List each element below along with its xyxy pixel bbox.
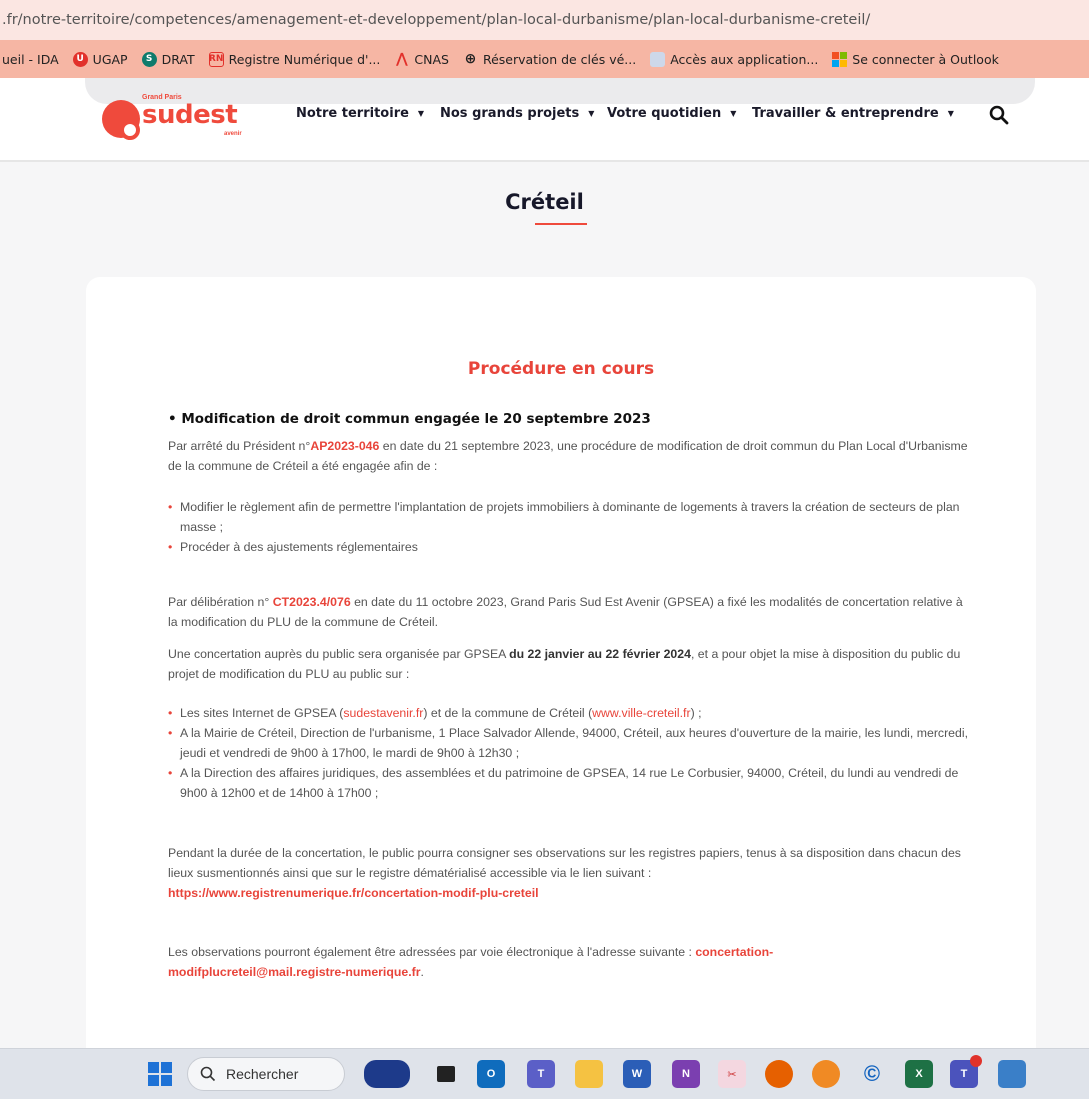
caret-down-icon: ▼ xyxy=(417,109,425,118)
caret-down-icon: ▼ xyxy=(730,109,737,118)
bookmark-ugap[interactable]: U UGAP xyxy=(72,51,128,67)
contacts-icon[interactable] xyxy=(998,1060,1026,1088)
snipping-tool-icon[interactable]: ✂ xyxy=(718,1060,746,1088)
caret-down-icon: ▼ xyxy=(588,109,595,118)
widgets-icon[interactable] xyxy=(364,1060,410,1088)
caret-down-icon: ▼ xyxy=(947,109,954,118)
list-item: Les sites Internet de GPSEA (sudestaveni… xyxy=(168,703,968,723)
list-item: A la Direction des affaires juridiques, … xyxy=(168,763,968,803)
site-logo[interactable]: Grand Paris sudest avenir xyxy=(102,94,252,144)
bookmark-drat[interactable]: S DRAT xyxy=(141,51,195,67)
outlook-icon[interactable]: O xyxy=(477,1060,505,1088)
teams-icon[interactable]: T xyxy=(527,1060,555,1088)
registre-icon: RN xyxy=(208,51,224,67)
link-ville-creteil[interactable]: www.ville-creteil.fr xyxy=(592,706,690,720)
word-icon[interactable]: W xyxy=(623,1060,651,1088)
file-explorer-icon[interactable] xyxy=(575,1060,603,1088)
site-header: Grand Paris sudest avenir Notre territoi… xyxy=(0,78,1089,162)
firefox-icon[interactable] xyxy=(765,1060,793,1088)
bookmark-outlook[interactable]: Se connecter à Outlook xyxy=(832,51,999,67)
list-item: Modifier le règlement afin de permettre … xyxy=(168,497,968,537)
bookmark-ida[interactable]: ueil - IDA xyxy=(2,52,59,67)
page-title: Créteil xyxy=(505,190,584,214)
nav-travailler-entreprendre[interactable]: Travailler & entreprendre ▼ xyxy=(752,106,954,121)
nav-votre-quotidien[interactable]: Votre quotidien ▼ xyxy=(607,106,736,121)
search-icon[interactable] xyxy=(988,104,1010,126)
ugap-icon: U xyxy=(72,51,88,67)
onenote-icon[interactable]: N xyxy=(672,1060,700,1088)
objectives-list: Modifier le règlement afin de permettre … xyxy=(168,497,968,557)
task-view-icon[interactable] xyxy=(432,1060,460,1088)
paragraph-deliberation: Par délibération n° CT2023.4/076 en date… xyxy=(168,595,963,629)
paragraph-registres: Pendant la durée de la concertation, le … xyxy=(168,846,961,900)
list-item: A la Mairie de Créteil, Direction de l'u… xyxy=(168,723,968,763)
windows-taskbar: Rechercher O T W N ✂ © X T xyxy=(0,1048,1089,1099)
link-sudestavenir[interactable]: sudestavenir.fr xyxy=(343,706,423,720)
address-bar[interactable]: .fr/notre-territoire/competences/amenage… xyxy=(0,0,1089,40)
web-page: Grand Paris sudest avenir Notre territoi… xyxy=(0,78,1089,1077)
bookmark-registre[interactable]: RN Registre Numérique d'... xyxy=(208,51,380,67)
globe-icon: ⊕ xyxy=(464,51,477,67)
section-title: Procédure en cours xyxy=(467,359,655,379)
sharepoint-icon: S xyxy=(141,51,157,67)
bookmark-cnas[interactable]: ⋀ CNAS xyxy=(394,51,449,67)
windows-start-icon[interactable] xyxy=(148,1062,172,1086)
notification-badge xyxy=(970,1055,982,1067)
microsoft-icon xyxy=(832,51,848,67)
paragraph-email: Les observations pourront également être… xyxy=(168,945,774,979)
app-c-icon[interactable]: © xyxy=(858,1060,886,1088)
bookmark-acces[interactable]: Accès aux application... xyxy=(650,51,818,67)
taskbar-search[interactable]: Rechercher xyxy=(187,1057,345,1091)
app-orange-icon[interactable] xyxy=(812,1060,840,1088)
title-underline xyxy=(535,223,587,225)
nav-nos-grands-projets[interactable]: Nos grands projets ▼ xyxy=(440,106,594,121)
paragraph-arrete: Par arrêté du Président n°AP2023-046 en … xyxy=(168,439,968,473)
link-registre-numerique[interactable]: https://www.registrenumerique.fr/concert… xyxy=(168,886,539,900)
locations-list: Les sites Internet de GPSEA (sudestaveni… xyxy=(168,703,968,803)
bookmarks-bar: ueil - IDA U UGAP S DRAT RN Registre Numéri… xyxy=(0,40,1089,78)
app-icon xyxy=(650,51,666,67)
cnas-icon: ⋀ xyxy=(395,51,408,67)
excel-icon[interactable]: X xyxy=(905,1060,933,1088)
procedure-heading: • Modification de droit commun engagée l… xyxy=(168,411,651,427)
url-text[interactable]: .fr/notre-territoire/competences/amenage… xyxy=(2,12,870,28)
content-card: Procédure en cours • Modification de dro… xyxy=(86,277,1036,1077)
nav-notre-territoire[interactable]: Notre territoire ▼ xyxy=(296,106,424,121)
list-item: Procéder à des ajustements réglementaire… xyxy=(168,537,968,557)
paragraph-concertation: Une concertation auprès du public sera o… xyxy=(168,647,961,681)
bookmark-reservation[interactable]: ⊕ Réservation de clés vé... xyxy=(463,51,637,67)
search-icon xyxy=(200,1066,216,1082)
